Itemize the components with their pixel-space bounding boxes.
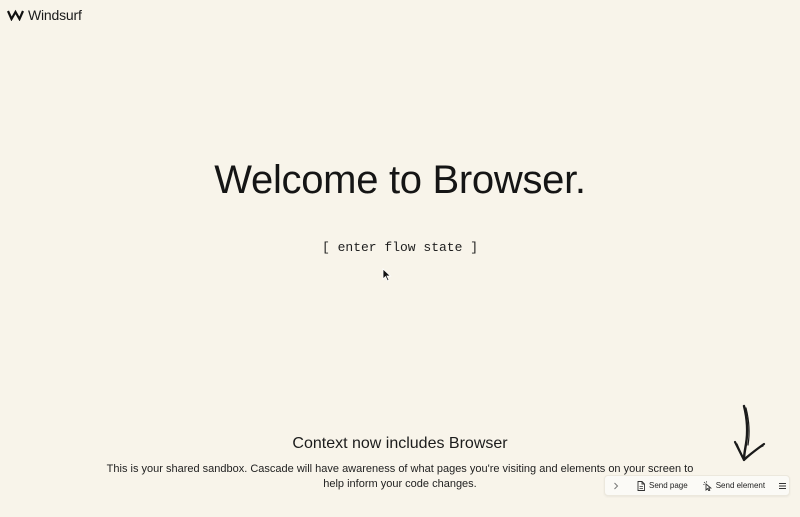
hand-drawn-arrow-down-icon: [733, 404, 766, 462]
windsurf-wave-icon: [7, 9, 24, 21]
page-icon: [637, 480, 645, 491]
pointer-click-icon: [703, 480, 712, 491]
chevron-right-icon: [614, 482, 619, 489]
send-page-button[interactable]: Send page: [637, 480, 688, 491]
welcome-title: Welcome to Browser.: [214, 158, 586, 202]
enter-flow-state-link[interactable]: [ enter flow state ]: [0, 240, 800, 255]
context-heading: Context now includes Browser: [292, 435, 508, 452]
brand-name: Windsurf: [28, 7, 82, 23]
browser-toolbar: Send page Send element: [604, 475, 790, 496]
send-element-button[interactable]: Send element: [703, 480, 766, 491]
windsurf-logo[interactable]: Windsurf: [7, 7, 82, 23]
send-element-label: Send element: [715, 481, 766, 490]
hamburger-menu-icon: [779, 482, 787, 489]
send-page-label: Send page: [649, 481, 688, 490]
mouse-cursor-icon: [382, 268, 392, 282]
toolbar-menu-button[interactable]: [778, 482, 787, 490]
collapse-toolbar-button[interactable]: [613, 482, 619, 490]
